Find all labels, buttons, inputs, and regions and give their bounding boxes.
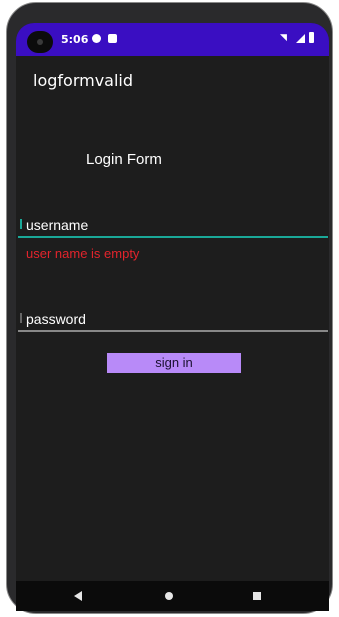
home-icon[interactable] [165,592,173,600]
username-field[interactable]: username [18,216,328,238]
back-icon[interactable] [74,591,82,601]
battery-icon [309,32,314,43]
status-bar: 5:06 ◥ [16,23,329,56]
sd-card-icon [108,34,117,43]
form-title: Login Form [86,151,162,168]
recents-icon[interactable] [253,592,261,600]
screen: 5:06 ◥ logformvalid Login Form username … [16,23,329,611]
password-field[interactable]: password [18,310,328,332]
notification-icon [92,34,101,43]
password-input-text: password [26,311,86,327]
password-cursor [20,313,22,323]
app-title: logformvalid [33,71,134,90]
status-time: 5:06 [61,33,89,46]
signin-button[interactable]: sign in [107,353,241,373]
username-input-text: username [26,217,89,233]
navigation-bar [16,581,329,611]
camera-cutout [27,31,53,53]
wifi-icon: ◥ [280,33,287,43]
signal-icon [296,34,305,43]
username-error: user name is empty [26,246,140,261]
username-cursor [20,219,22,229]
